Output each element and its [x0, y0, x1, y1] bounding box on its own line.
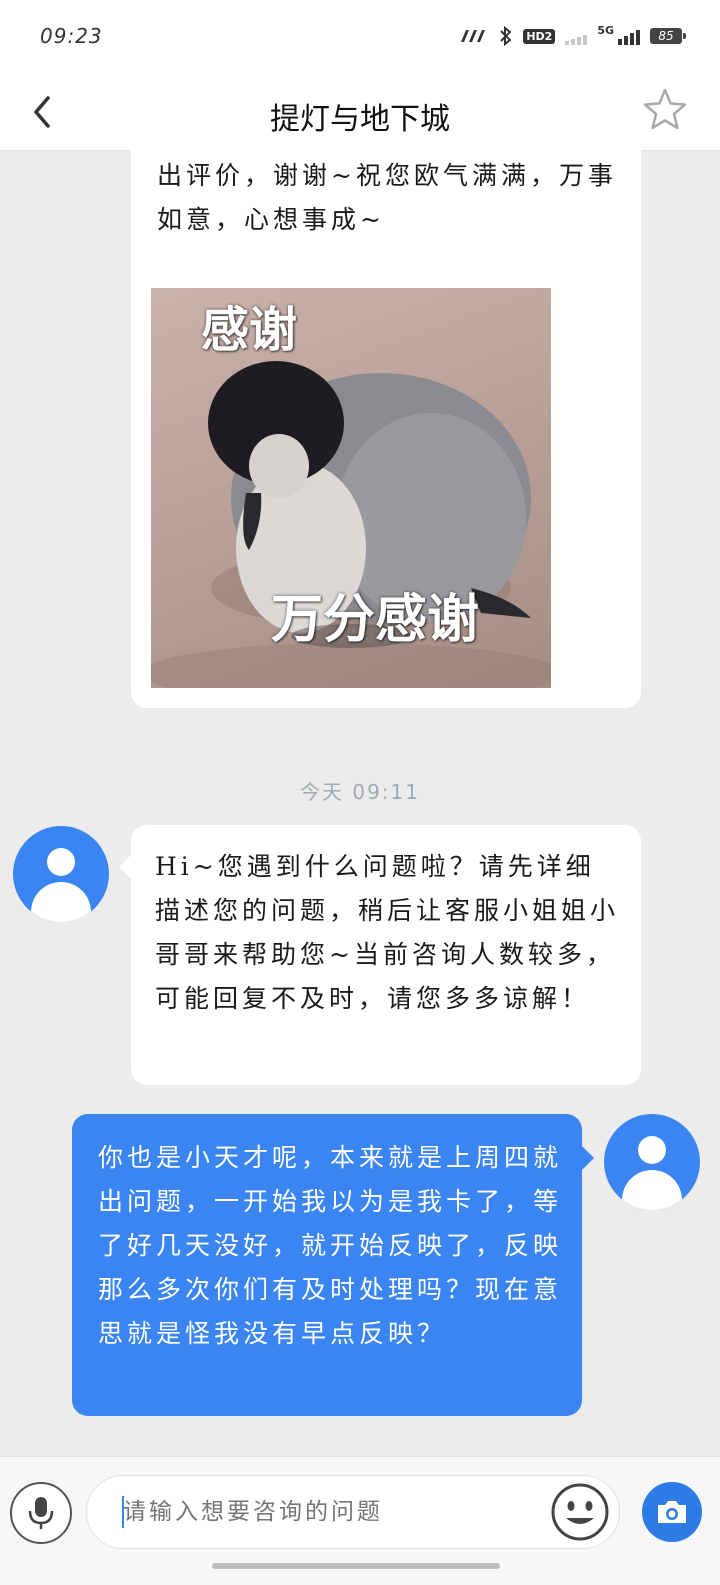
- star-outline-icon: [643, 88, 687, 130]
- nav-bar: 提灯与地下城: [0, 74, 720, 151]
- home-indicator[interactable]: [212, 1563, 500, 1569]
- sticker-image[interactable]: 感谢 万分感谢: [151, 288, 551, 688]
- status-icons: HD2 5G 85: [459, 23, 686, 46]
- microphone-icon: [28, 1497, 54, 1529]
- signal-strength-icon-sim1: [565, 27, 588, 45]
- battery-level: 85: [658, 29, 674, 43]
- smiley-face-icon: [551, 1483, 609, 1541]
- avatar-head: [638, 1136, 666, 1164]
- message-bubble-agent: 出评价，谢谢~祝您欧气满满，万事如意，心想事成~ 感谢 万分感谢: [131, 148, 641, 708]
- user-avatar[interactable]: [604, 1114, 700, 1210]
- signal-speed-icon: [461, 30, 486, 42]
- emoji-button[interactable]: [550, 1482, 610, 1542]
- camera-icon: [658, 1501, 686, 1523]
- message-text: Hi~您遇到什么问题啦？请先详细描述您的问题，稍后让客服小姐姐小哥哥来帮助您~当…: [155, 852, 620, 1013]
- battery-icon: 85: [650, 28, 686, 44]
- camera-button[interactable]: [642, 1482, 702, 1542]
- message-input[interactable]: [86, 1475, 620, 1549]
- message-text: 出评价，谢谢~祝您欧气满满，万事如意，心想事成~: [157, 161, 617, 234]
- voice-input-button[interactable]: [10, 1482, 72, 1544]
- bubble-tail: [582, 1146, 594, 1170]
- bubble-tail: [119, 855, 131, 879]
- status-bar: 09:23 HD2 5G 85: [0, 0, 720, 74]
- avatar-body: [31, 882, 91, 922]
- message-text: 你也是小天才呢，本来就是上周四就出问题，一开始我以为是我卡了，等了好几天没好，就…: [98, 1143, 563, 1348]
- message-bubble-user: 你也是小天才呢，本来就是上周四就出问题，一开始我以为是我卡了，等了好几天没好，就…: [72, 1114, 594, 1416]
- status-time: 09:23: [40, 24, 103, 48]
- text-cursor: [122, 1496, 124, 1528]
- signal-strength-icon-sim2: [618, 27, 640, 45]
- bluetooth-icon: [500, 26, 512, 46]
- avatar-body: [622, 1170, 682, 1210]
- page-title: 提灯与地下城: [270, 102, 450, 137]
- agent-avatar[interactable]: [13, 826, 109, 922]
- network-type-label: 5G: [597, 23, 614, 37]
- favorite-button[interactable]: [640, 84, 690, 134]
- message-timestamp: 今天 09:11: [300, 780, 420, 804]
- sticker-caption-top: 感谢: [201, 302, 298, 358]
- sticker-caption-bottom: 万分感谢: [271, 590, 480, 650]
- hd-voice-badge: HD2: [523, 28, 556, 44]
- avatar-head: [47, 848, 75, 876]
- message-bubble-agent: Hi~您遇到什么问题啦？请先详细描述您的问题，稍后让客服小姐姐小哥哥来帮助您~当…: [119, 825, 641, 1085]
